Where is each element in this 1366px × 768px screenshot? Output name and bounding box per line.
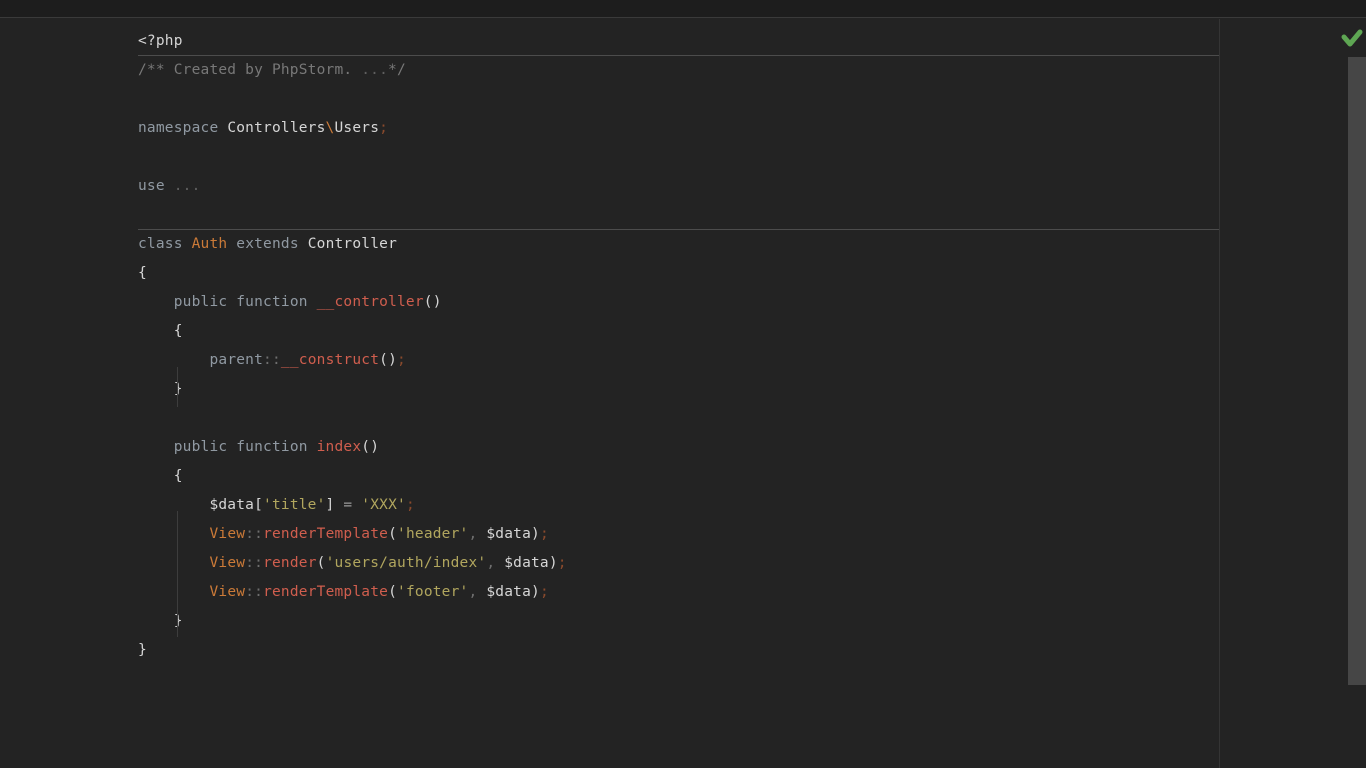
code-line[interactable] (138, 404, 1219, 433)
token-plain: Controller (308, 236, 397, 252)
indent-guide (177, 511, 178, 637)
token-plain (138, 352, 209, 368)
code-line[interactable] (138, 85, 1219, 114)
top-bar (0, 0, 1366, 18)
code-line[interactable]: public function index() (138, 433, 1219, 462)
scrollbar-thumb[interactable] (1348, 57, 1366, 685)
token-string: 'XXX' (361, 497, 406, 513)
code-line[interactable]: { (138, 462, 1219, 491)
token-plain (138, 526, 209, 542)
token-plain: } (138, 381, 183, 397)
token-keyword: namespace (138, 120, 227, 136)
code-line[interactable]: $data['title'] = 'XXX'; (138, 491, 1219, 520)
code-line[interactable]: { (138, 259, 1219, 288)
code-line[interactable] (138, 143, 1219, 172)
token-fold: ... (361, 62, 388, 78)
code-line[interactable]: } (138, 375, 1219, 404)
code-lines[interactable]: <?php/** Created by PhpStorm. ...*/names… (138, 27, 1219, 665)
code-editor[interactable]: <?php/** Created by PhpStorm. ...*/names… (0, 19, 1366, 768)
code-line[interactable]: use ... (138, 172, 1219, 201)
code-line[interactable] (138, 201, 1219, 230)
token-semi: ; (397, 352, 406, 368)
token-plain (138, 439, 174, 455)
token-string: 'users/auth/index' (326, 555, 487, 571)
token-function: __construct (281, 352, 379, 368)
token-string: 'header' (397, 526, 468, 542)
token-function: renderTemplate (263, 584, 388, 600)
token-keyword: parent (209, 352, 263, 368)
code-line[interactable]: { (138, 317, 1219, 346)
token-plain: Users (334, 120, 379, 136)
code-line[interactable]: View::renderTemplate('footer', $data); (138, 578, 1219, 607)
token-semi: ; (558, 555, 567, 571)
token-classname: View (209, 526, 245, 542)
token-dim: :: (245, 526, 263, 542)
token-fold: ... (174, 178, 201, 194)
token-plain: Controllers (227, 120, 325, 136)
token-plain: <?php (138, 33, 183, 49)
token-plain: () (361, 439, 379, 455)
token-keyword: public function (174, 294, 317, 310)
token-plain: () (424, 294, 442, 310)
token-keyword: public function (174, 439, 317, 455)
token-plain: { (138, 265, 147, 281)
token-plain: $data[ (138, 497, 263, 513)
token-plain: } (138, 642, 147, 658)
token-semi: ; (540, 584, 549, 600)
token-plain: $data) (477, 526, 540, 542)
code-line[interactable]: <?php (138, 27, 1219, 56)
token-keyword: class (138, 236, 192, 252)
token-plain: { (138, 323, 183, 339)
code-line[interactable]: View::renderTemplate('header', $data); (138, 520, 1219, 549)
token-classname: View (209, 584, 245, 600)
token-plain (352, 497, 361, 513)
token-function: render (263, 555, 317, 571)
token-semi: ; (406, 497, 415, 513)
token-classname: View (209, 555, 245, 571)
token-classname: Auth (192, 236, 228, 252)
token-plain: } (138, 613, 183, 629)
token-semi: ; (379, 120, 388, 136)
token-dim: , (486, 555, 495, 571)
token-dim: :: (263, 352, 281, 368)
token-string: 'title' (263, 497, 326, 513)
token-plain: ] (326, 497, 344, 513)
code-line[interactable]: } (138, 636, 1219, 665)
token-string: 'footer' (397, 584, 468, 600)
token-dim: :: (245, 584, 263, 600)
token-plain: $data) (477, 584, 540, 600)
token-comment: /** Created by PhpStorm. (138, 62, 361, 78)
token-comment: */ (388, 62, 406, 78)
token-plain (138, 294, 174, 310)
token-plain (138, 584, 209, 600)
token-function: __controller (317, 294, 424, 310)
token-dim: :: (245, 555, 263, 571)
token-keyword: extends (227, 236, 307, 252)
indent-guide (177, 367, 178, 407)
code-line[interactable]: parent::__construct(); (138, 346, 1219, 375)
token-plain: ( (388, 526, 397, 542)
code-line[interactable]: } (138, 607, 1219, 636)
code-line[interactable]: View::render('users/auth/index', $data); (138, 549, 1219, 578)
code-line[interactable]: class Auth extends Controller (138, 230, 1219, 259)
token-keyword: use (138, 178, 174, 194)
token-plain: ( (317, 555, 326, 571)
token-function: index (317, 439, 362, 455)
code-line[interactable]: namespace Controllers\Users; (138, 114, 1219, 143)
vertical-scrollbar[interactable] (1348, 19, 1366, 768)
code-line[interactable]: /** Created by PhpStorm. ...*/ (138, 56, 1219, 85)
token-plain: { (138, 468, 183, 484)
token-plain: $data) (495, 555, 558, 571)
token-semi: ; (540, 526, 549, 542)
token-plain: ( (388, 584, 397, 600)
token-plain (138, 555, 209, 571)
token-plain: () (379, 352, 397, 368)
token-function: renderTemplate (263, 526, 388, 542)
code-line[interactable]: public function __controller() (138, 288, 1219, 317)
right-margin-guide (1219, 19, 1220, 768)
